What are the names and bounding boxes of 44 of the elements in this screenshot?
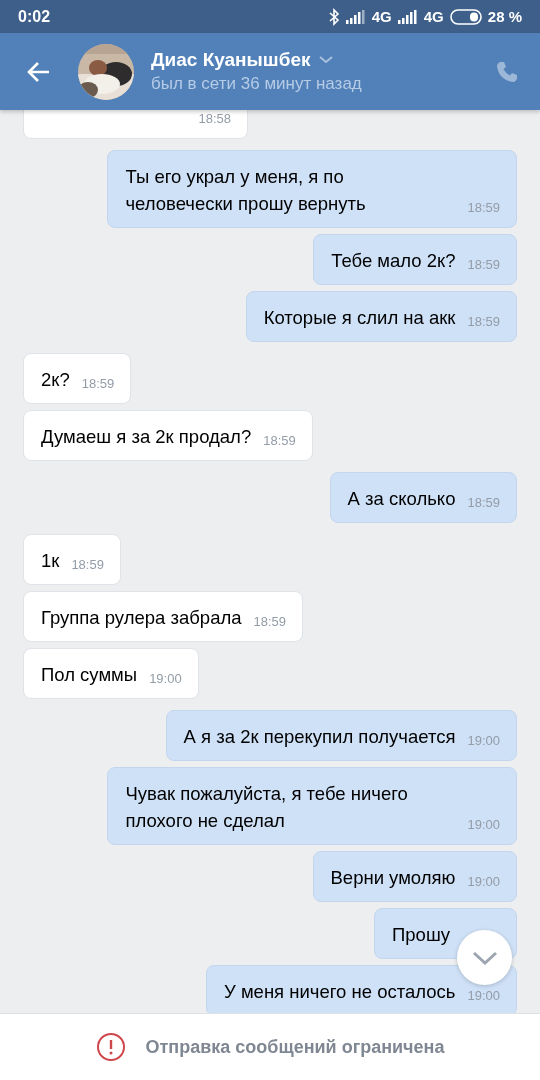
message-text: У меня ничего не осталось: [224, 980, 456, 1004]
message-time: 19:00: [466, 873, 500, 891]
signal-icon: [345, 9, 366, 24]
chevron-down-icon[interactable]: [319, 56, 334, 64]
message-text: А за сколько: [347, 487, 456, 511]
battery-icon: [449, 8, 482, 25]
message-time: 19:00: [466, 816, 500, 834]
message-time: 18:59: [466, 494, 500, 512]
message-time: 19:00: [466, 987, 500, 1005]
signal-icon: [397, 9, 418, 24]
message-time: 19:00: [466, 732, 500, 750]
message-text: 1к: [41, 549, 60, 573]
message-time: 19:00: [148, 670, 182, 688]
contact-name[interactable]: Диас Куанышбек: [151, 49, 311, 71]
message-text: Которые я слил на акк: [263, 306, 456, 330]
bluetooth-icon: [327, 7, 340, 26]
message-time: 18:59: [466, 199, 500, 217]
message-text: Чувак пожалуйста, я тебе ничего плохого не сделал: [125, 782, 409, 833]
network-label: 4G: [423, 8, 444, 25]
message-time: 18:59: [262, 432, 296, 450]
chevron-down-icon[interactable]: [471, 950, 498, 965]
message-text: Группа рулера забрала: [41, 606, 242, 630]
message-text: Ты его украл у меня, я по человечески прошу вернуть: [125, 165, 367, 216]
battery-level: 28 %: [487, 8, 522, 25]
message-text: Прошу: [392, 923, 450, 947]
message-text: Пол суммы: [41, 663, 138, 687]
message-time: 18:58: [197, 110, 231, 128]
message-text: Верни умоляю: [330, 866, 456, 890]
phone-icon[interactable]: [495, 59, 519, 84]
message-time: 18:59: [70, 556, 104, 574]
message-time: 18:59: [466, 256, 500, 274]
back-arrow-icon[interactable]: [27, 60, 51, 83]
clock: 0:02: [18, 7, 51, 26]
message-time: 18:59: [252, 613, 287, 631]
message-text: Думаеш я за 2к продал?: [41, 425, 252, 449]
network-label: 4G: [371, 8, 392, 25]
message-time: 18:59: [466, 313, 500, 331]
restriction-notice: Отправка сообщений ограничена: [145, 1036, 445, 1058]
message-time: 18:59: [80, 375, 115, 393]
message-text: А я за 2к перекупил получается: [183, 725, 456, 749]
warning-icon: [95, 1032, 126, 1062]
last-seen-text: был в сети 36 минут назад: [151, 74, 363, 94]
message-text: 2к?: [41, 368, 70, 392]
message-text: Тебе мало 2к?: [331, 249, 456, 273]
